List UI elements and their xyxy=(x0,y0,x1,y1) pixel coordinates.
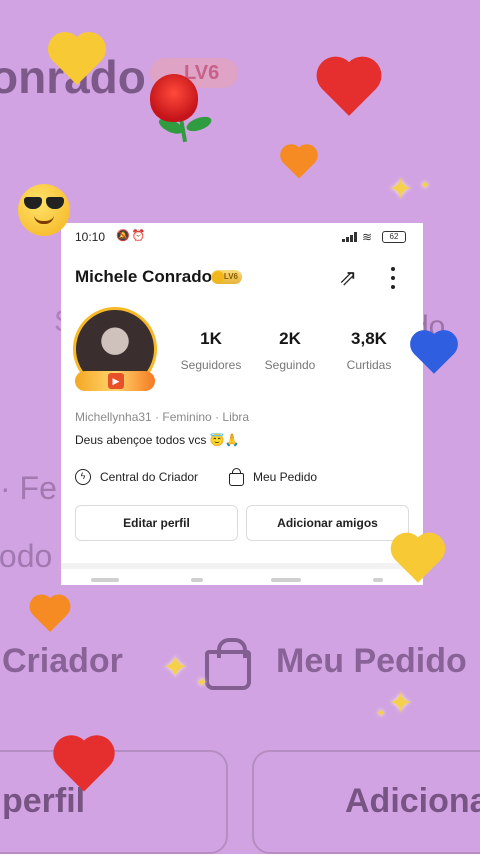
stat-value: 1K xyxy=(200,329,222,348)
my-order-label: Meu Pedido xyxy=(253,470,318,484)
battery-icon: 62 xyxy=(382,231,406,243)
bg-bag-icon xyxy=(205,638,251,690)
sparkle-icon: ✦ xyxy=(420,178,431,192)
share-icon[interactable]: ⇗ xyxy=(333,263,363,293)
bg-criador-fragment: Criador xyxy=(2,642,123,680)
sparkle-icon: ✦ xyxy=(388,687,414,720)
level-badge: LV6 xyxy=(211,270,242,284)
stat-label: Seguidores xyxy=(180,358,242,372)
my-order-link[interactable]: Meu Pedido xyxy=(229,467,317,487)
bg-adiciona-fragment: Adiciona xyxy=(345,782,480,820)
stat-following[interactable]: 2K Seguindo xyxy=(250,329,330,372)
profile-card: 10:10 🔕⏰ ≋ 62 Michele Conrado LV6 ⇗ 1K S… xyxy=(61,223,423,585)
tabs-row-peek xyxy=(61,575,423,585)
profile-meta: Michellynha31 · Feminino · Libra xyxy=(75,410,250,424)
signal-icon xyxy=(342,232,358,242)
sunglasses-emoji-icon xyxy=(18,184,70,236)
sparkle-icon: ✦ xyxy=(196,674,208,690)
bg-pedido-fragment: Meu Pedido xyxy=(276,642,467,680)
status-time: 10:10 xyxy=(75,230,106,244)
section-divider xyxy=(61,563,423,569)
more-options-icon[interactable] xyxy=(381,265,405,291)
profile-bio: Deus abençoe todos vcs 😇🙏 xyxy=(75,433,240,447)
wifi-icon: ≋ xyxy=(362,230,373,244)
stat-label: Curtidas xyxy=(346,358,392,372)
sparkle-icon: ✦ xyxy=(388,173,414,206)
bg-perfil-fragment: perfil xyxy=(2,782,86,820)
edit-profile-button[interactable]: Editar perfil xyxy=(75,505,238,541)
lightning-icon: ϟ xyxy=(75,469,91,485)
status-bar: 10:10 🔕⏰ ≋ 62 xyxy=(61,223,423,251)
creator-center-link[interactable]: ϟ Central do Criador xyxy=(75,467,198,487)
bg-fe-fragment: · Fe xyxy=(0,470,57,506)
avatar-frame-decoration xyxy=(75,371,155,391)
stat-likes[interactable]: 3,8K Curtidas xyxy=(329,329,409,372)
bg-todo-fragment: todo xyxy=(0,538,53,574)
rose-icon xyxy=(150,74,198,122)
notification-status-icons: 🔕⏰ xyxy=(116,230,148,242)
creator-center-label: Central do Criador xyxy=(100,470,199,484)
stat-label: Seguindo xyxy=(264,358,316,372)
stat-value: 2K xyxy=(279,329,301,348)
shopping-bag-icon xyxy=(229,467,244,486)
stat-value: 3,8K xyxy=(351,329,387,348)
add-friends-button[interactable]: Adicionar amigos xyxy=(246,505,409,541)
sparkle-icon: ✦ xyxy=(162,649,189,685)
profile-name: Michele Conrado xyxy=(75,267,212,286)
sparkle-icon: ✦ xyxy=(376,706,387,720)
stat-followers[interactable]: 1K Seguidores xyxy=(171,329,251,372)
